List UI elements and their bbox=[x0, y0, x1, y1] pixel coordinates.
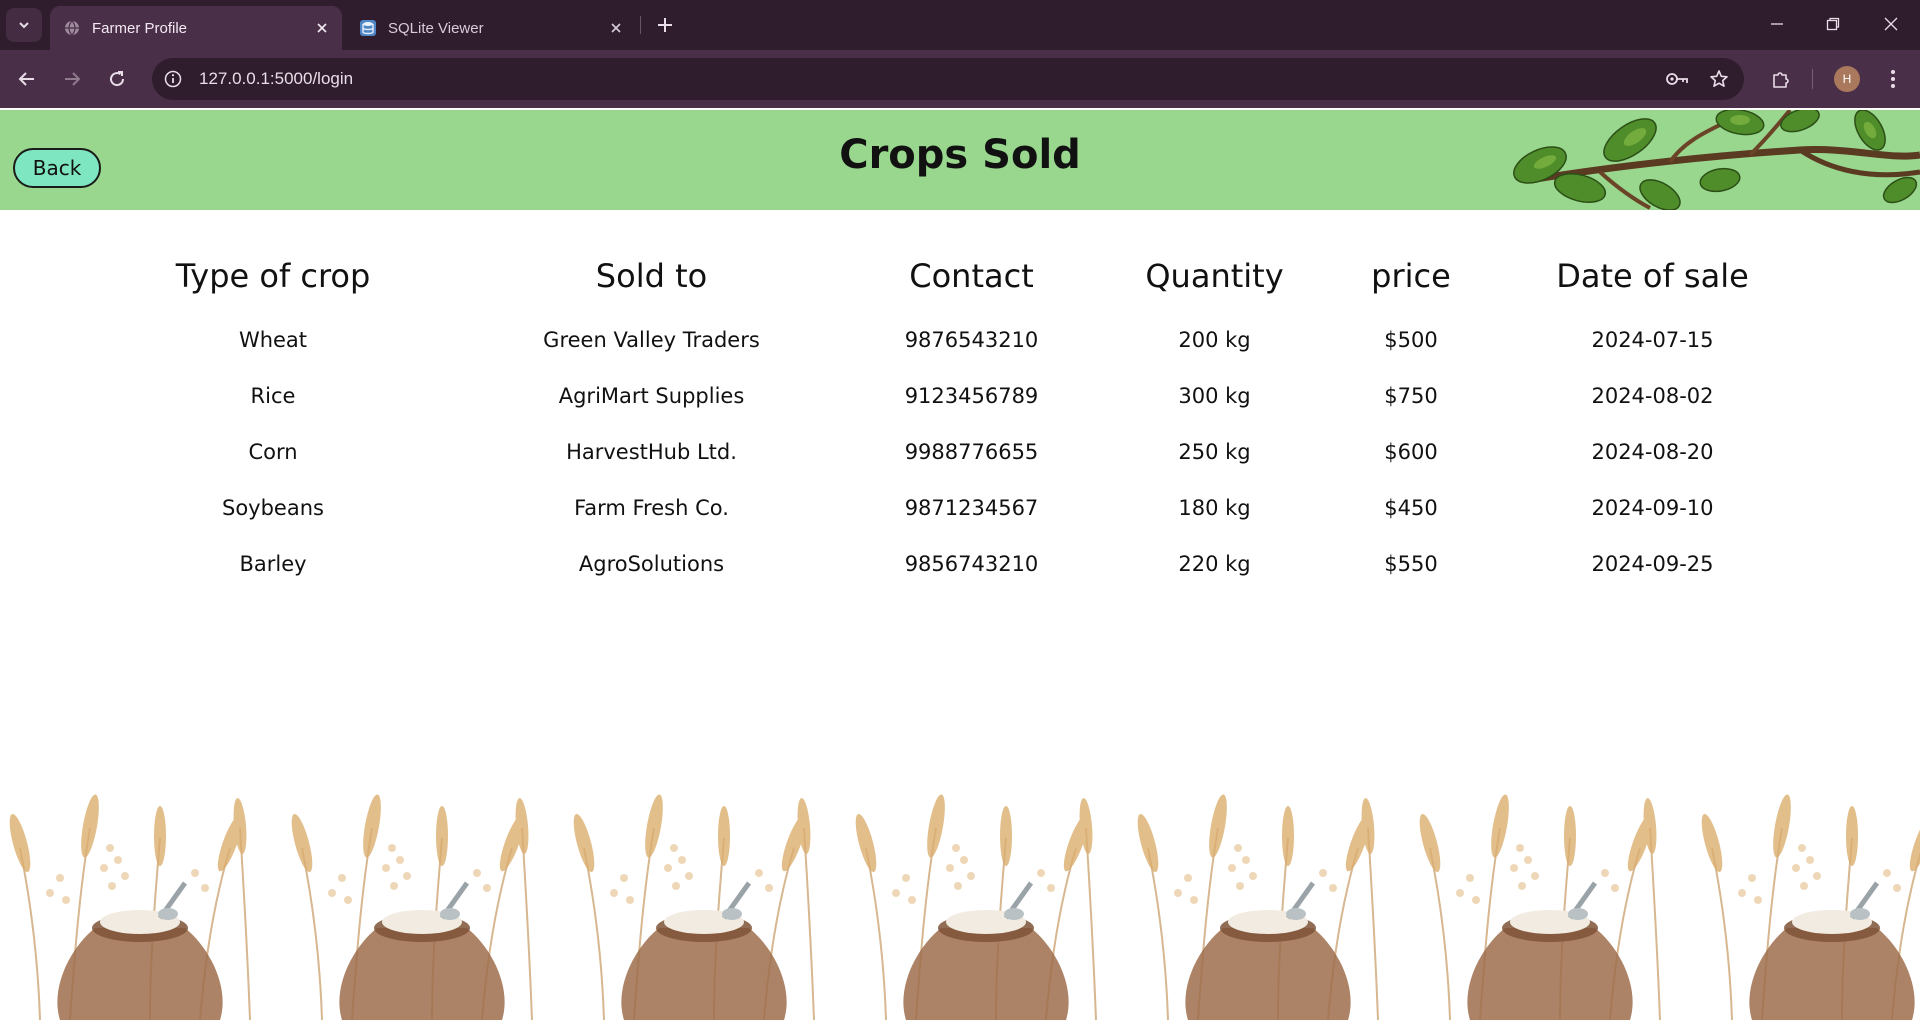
quantity-cell: 250 kg bbox=[1178, 440, 1251, 464]
tab-title: SQLite Viewer bbox=[388, 19, 484, 37]
page-content: Back Crops Sold Type of crop Sold to Con… bbox=[0, 108, 1920, 1020]
arrow-left-icon bbox=[18, 72, 34, 86]
browser-menu-button[interactable] bbox=[1875, 61, 1911, 97]
sale-date-cell: 2024-08-02 bbox=[1591, 384, 1714, 408]
page-header: Back Crops Sold bbox=[0, 110, 1920, 210]
tab-title: Farmer Profile bbox=[92, 19, 188, 37]
globe-icon bbox=[62, 18, 82, 38]
table-row: Corn HarvestHub Ltd. 9988776655 250 kg $… bbox=[118, 424, 1844, 480]
browser-toolbar: 127.0.0.1:5000/login H bbox=[0, 50, 1920, 108]
reload-button[interactable] bbox=[99, 61, 135, 97]
more-vertical-icon bbox=[1891, 70, 1895, 88]
leafy-branch-image bbox=[1513, 110, 1920, 210]
price-cell: $750 bbox=[1384, 384, 1438, 408]
table-header-row: Type of crop Sold to Contact Quantity pr… bbox=[118, 240, 1844, 312]
tab-divider bbox=[640, 16, 641, 34]
contact-cell: 9123456789 bbox=[904, 384, 1039, 408]
quantity-cell: 300 kg bbox=[1178, 384, 1251, 408]
forward-nav-button[interactable] bbox=[54, 61, 90, 97]
table-row: Soybeans Farm Fresh Co. 9871234567 180 k… bbox=[118, 480, 1844, 536]
quantity-cell: 180 kg bbox=[1178, 496, 1251, 520]
tab-strip: Farmer Profile SQLite Viewer bbox=[0, 0, 1920, 50]
site-info-icon[interactable] bbox=[157, 63, 189, 95]
reload-icon bbox=[110, 71, 125, 87]
buyer-cell: Farm Fresh Co. bbox=[574, 496, 729, 520]
profile-button[interactable]: H bbox=[1829, 61, 1865, 97]
close-tab-icon[interactable] bbox=[602, 14, 630, 42]
database-icon bbox=[358, 18, 378, 38]
price-cell: $600 bbox=[1384, 440, 1438, 464]
wheat-footer-image bbox=[0, 788, 1920, 1020]
extensions-button[interactable] bbox=[1763, 61, 1799, 97]
plus-icon bbox=[658, 18, 672, 32]
contact-cell: 9856743210 bbox=[904, 552, 1039, 576]
password-key-icon[interactable] bbox=[1660, 62, 1694, 96]
bookmark-star-icon[interactable] bbox=[1702, 62, 1736, 96]
chevron-down-icon bbox=[19, 22, 29, 29]
tab-search-button[interactable] bbox=[6, 8, 42, 42]
column-header: Type of crop bbox=[175, 257, 371, 295]
new-tab-button[interactable] bbox=[650, 10, 680, 40]
close-icon bbox=[1884, 17, 1898, 31]
buyer-cell: AgriMart Supplies bbox=[558, 384, 745, 408]
column-header: price bbox=[1371, 257, 1451, 295]
crop-type-cell: Corn bbox=[248, 440, 298, 464]
buyer-cell: AgroSolutions bbox=[578, 552, 725, 576]
buyer-cell: Green Valley Traders bbox=[543, 328, 760, 352]
sale-date-cell: 2024-07-15 bbox=[1591, 328, 1714, 352]
crop-type-cell: Soybeans bbox=[222, 496, 324, 520]
crop-type-cell: Barley bbox=[239, 552, 307, 576]
quantity-cell: 220 kg bbox=[1178, 552, 1251, 576]
sale-date-cell: 2024-09-10 bbox=[1591, 496, 1714, 520]
column-header: Contact bbox=[909, 257, 1034, 295]
restore-icon bbox=[1826, 17, 1840, 31]
contact-cell: 9871234567 bbox=[904, 496, 1039, 520]
crops-sold-table: Type of crop Sold to Contact Quantity pr… bbox=[118, 240, 1844, 592]
back-nav-button[interactable] bbox=[9, 61, 45, 97]
price-cell: $550 bbox=[1384, 552, 1438, 576]
arrow-right-icon bbox=[65, 72, 81, 86]
column-header: Date of sale bbox=[1556, 257, 1749, 295]
price-cell: $500 bbox=[1384, 328, 1438, 352]
table-row: Rice AgriMart Supplies 9123456789 300 kg… bbox=[118, 368, 1844, 424]
sale-date-cell: 2024-09-25 bbox=[1591, 552, 1714, 576]
sale-date-cell: 2024-08-20 bbox=[1591, 440, 1714, 464]
contact-cell: 9988776655 bbox=[904, 440, 1039, 464]
table-row: Wheat Green Valley Traders 9876543210 20… bbox=[118, 312, 1844, 368]
tab-farmer-profile[interactable]: Farmer Profile bbox=[50, 6, 342, 50]
minimize-icon bbox=[1771, 23, 1783, 25]
buyer-cell: HarvestHub Ltd. bbox=[566, 440, 737, 464]
crop-type-cell: Wheat bbox=[238, 328, 308, 352]
address-bar[interactable]: 127.0.0.1:5000/login bbox=[152, 58, 1744, 100]
tab-sqlite-viewer[interactable]: SQLite Viewer bbox=[346, 6, 636, 50]
minimize-button[interactable] bbox=[1752, 6, 1802, 42]
crop-type-cell: Rice bbox=[250, 384, 296, 408]
close-window-button[interactable] bbox=[1866, 6, 1916, 42]
column-header: Quantity bbox=[1145, 257, 1284, 295]
avatar: H bbox=[1834, 66, 1860, 92]
table-row: Barley AgroSolutions 9856743210 220 kg $… bbox=[118, 536, 1844, 592]
close-tab-icon[interactable] bbox=[308, 14, 336, 42]
toolbar-divider bbox=[1812, 69, 1813, 89]
quantity-cell: 200 kg bbox=[1178, 328, 1251, 352]
column-header: Sold to bbox=[595, 257, 708, 295]
url-text: 127.0.0.1:5000/login bbox=[199, 69, 354, 88]
price-cell: $450 bbox=[1384, 496, 1438, 520]
puzzle-icon bbox=[1773, 72, 1789, 88]
restore-button[interactable] bbox=[1808, 6, 1858, 42]
contact-cell: 9876543210 bbox=[904, 328, 1039, 352]
